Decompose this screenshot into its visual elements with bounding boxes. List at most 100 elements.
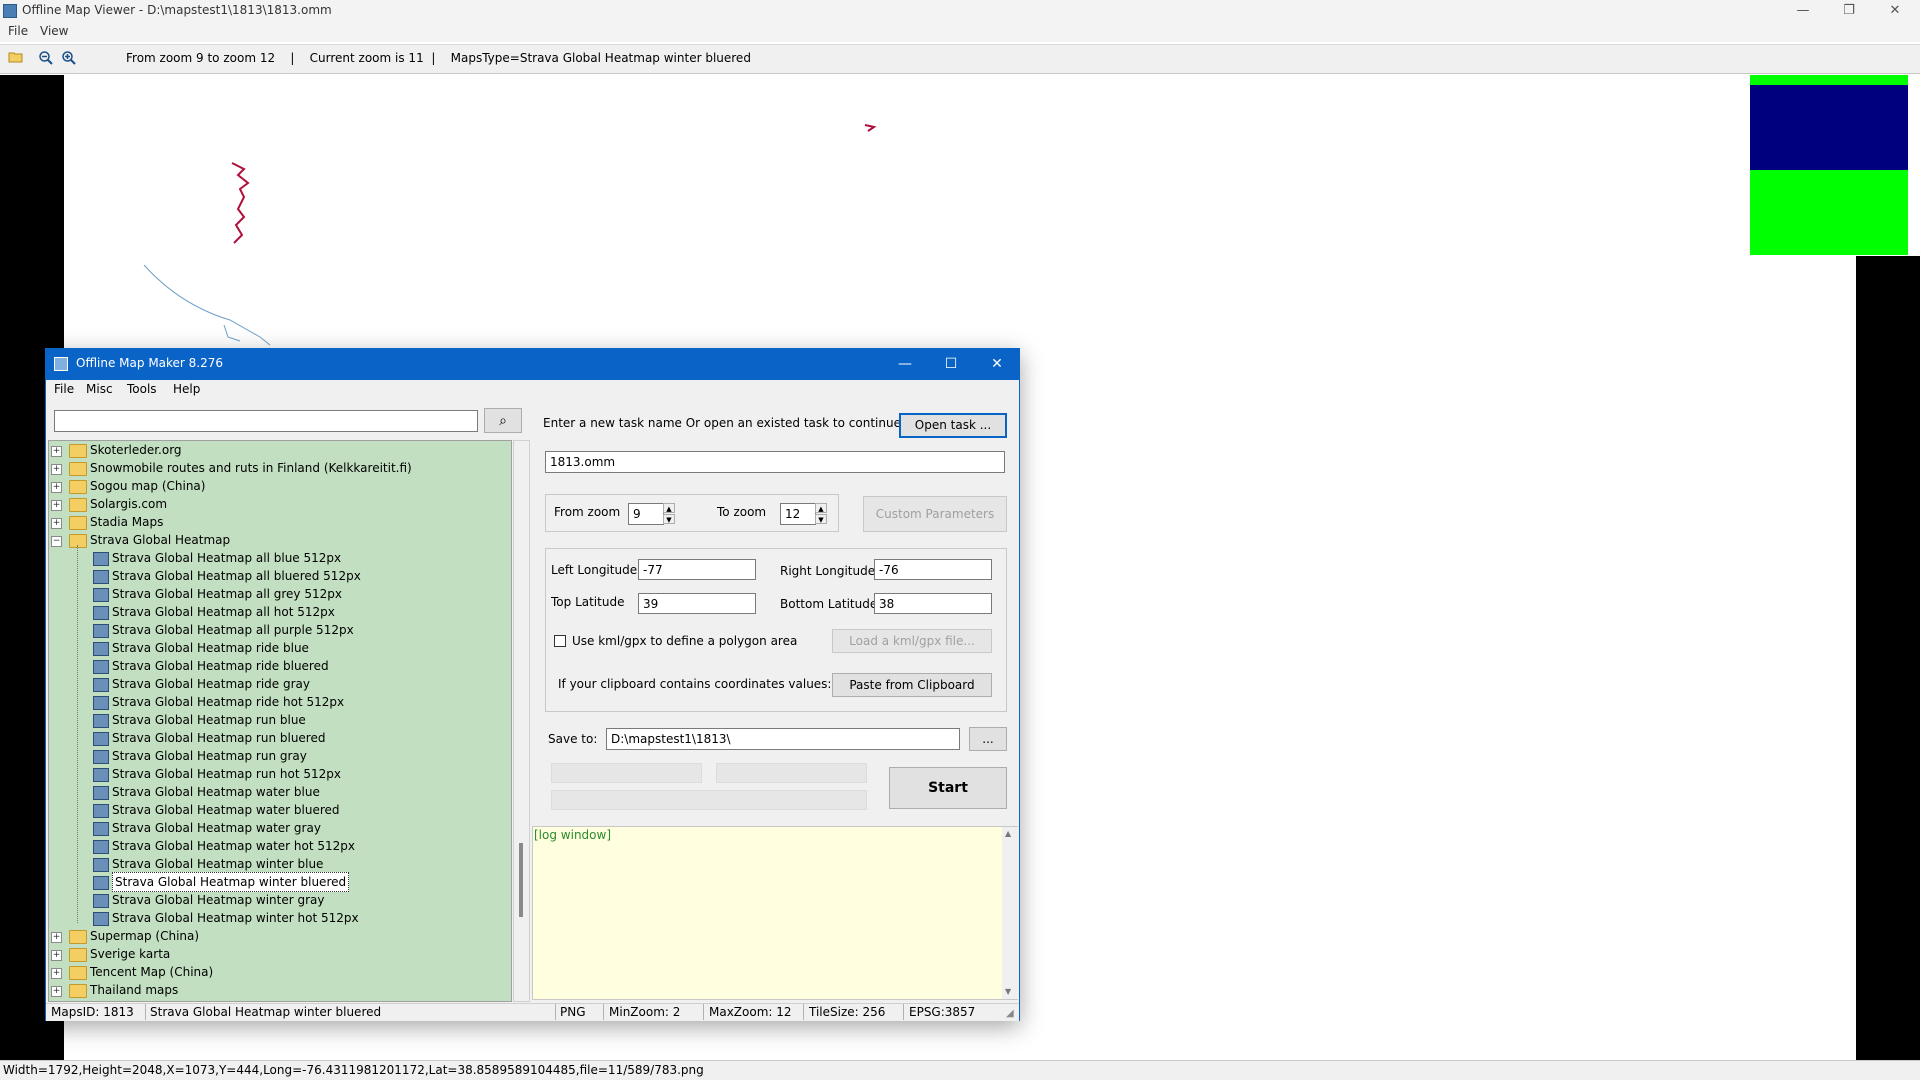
zoom-out-icon[interactable] — [37, 50, 55, 66]
to-zoom-down-icon[interactable]: ▼ — [815, 514, 827, 524]
dialog-menu-tools[interactable]: Tools — [127, 382, 157, 396]
tree-item-label: Stadia Maps — [90, 515, 164, 529]
dialog-menu-file[interactable]: File — [54, 382, 74, 396]
tree-map-item[interactable]: Strava Global Heatmap water blue — [49, 783, 509, 801]
expand-icon[interactable]: + — [51, 968, 62, 979]
viewer-menu-view[interactable]: View — [40, 24, 68, 38]
viewer-menubar — [0, 22, 1920, 42]
resize-grip-icon[interactable]: ◢ — [1006, 1008, 1014, 1019]
expand-icon[interactable]: + — [51, 482, 62, 493]
zoom-in-icon[interactable] — [60, 50, 78, 66]
kml-polygon-label: Use kml/gpx to define a polygon area — [572, 634, 798, 648]
dialog-minimize-icon[interactable]: — — [882, 348, 928, 380]
tree-item-label: Strava Global Heatmap water blue — [112, 785, 320, 799]
tree-folder-item[interactable]: + Supermap (China) — [49, 927, 509, 945]
expand-icon[interactable]: + — [51, 518, 62, 529]
start-button[interactable]: Start — [889, 767, 1007, 809]
tree-item-label: Strava Global Heatmap all blue 512px — [112, 551, 342, 565]
tree-map-item[interactable]: Strava Global Heatmap ride bluered — [49, 657, 509, 675]
minimize-icon[interactable]: — — [1780, 0, 1826, 22]
from-zoom-down-icon[interactable]: ▼ — [663, 514, 675, 524]
to-zoom-up-icon[interactable]: ▲ — [815, 503, 827, 513]
scroll-up-icon[interactable]: ▲ — [1005, 829, 1011, 838]
zoom-status-text: From zoom 9 to zoom 12 | Current zoom is… — [126, 51, 751, 65]
open-folder-icon[interactable] — [7, 50, 25, 66]
tree-folder-item[interactable]: + Stadia Maps — [49, 513, 509, 531]
expand-icon[interactable]: + — [51, 932, 62, 943]
tree-map-item[interactable]: Strava Global Heatmap all hot 512px — [49, 603, 509, 621]
tree-map-item[interactable]: Strava Global Heatmap water hot 512px — [49, 837, 509, 855]
kml-polygon-checkbox[interactable] — [554, 635, 566, 647]
tree-folder-item[interactable]: + Sverige karta — [49, 945, 509, 963]
tree-item-label: Strava Global Heatmap all hot 512px — [112, 605, 335, 619]
log-window[interactable] — [532, 826, 1018, 1000]
browse-folder-button[interactable]: ... — [969, 727, 1007, 751]
tree-scrollbar[interactable] — [513, 440, 530, 1002]
tree-folder-item[interactable]: − Strava Global Heatmap — [49, 531, 509, 549]
restore-icon[interactable]: ❐ — [1826, 0, 1872, 22]
map-source-tree[interactable]: + Skoterleder.org + Snowmobile routes and r… — [48, 440, 512, 1002]
expand-icon[interactable]: + — [51, 950, 62, 961]
tree-folder-item[interactable]: + Tencent Map (China) — [49, 963, 509, 981]
load-kml-button[interactable]: Load a kml/gpx file... — [832, 629, 992, 653]
search-icon[interactable]: ⌕ — [484, 408, 522, 433]
expand-icon[interactable]: + — [51, 986, 62, 997]
tree-folder-item[interactable]: + Sogou map (China) — [49, 477, 509, 495]
top-latitude-field[interactable]: 39 — [638, 593, 756, 614]
log-scrollbar[interactable] — [1002, 827, 1018, 999]
expand-icon[interactable]: + — [51, 464, 62, 475]
task-name-field[interactable]: 1813.omm — [545, 451, 1005, 473]
tree-folder-item[interactable]: + Snowmobile routes and ruts in Finland (… — [49, 459, 509, 477]
legend-color-navy — [1750, 85, 1908, 170]
bottom-latitude-field[interactable]: 38 — [874, 593, 992, 614]
tree-map-item[interactable]: Strava Global Heatmap ride hot 512px — [49, 693, 509, 711]
tree-map-item[interactable]: Strava Global Heatmap run blue — [49, 711, 509, 729]
dialog-menu-misc[interactable]: Misc — [86, 382, 113, 396]
tree-folder-item[interactable]: + Thailand maps — [49, 981, 509, 999]
dialog-close-icon[interactable]: ✕ — [974, 348, 1020, 380]
save-to-field[interactable]: D:\mapstest1\1813\ — [606, 728, 960, 750]
tree-folder-item[interactable]: + Skoterleder.org — [49, 441, 509, 459]
tree-map-item[interactable]: Strava Global Heatmap water bluered — [49, 801, 509, 819]
tree-map-item[interactable]: Strava Global Heatmap run gray — [49, 747, 509, 765]
tree-map-item[interactable]: Strava Global Heatmap winter hot 512px — [49, 909, 509, 927]
tree-map-item[interactable]: Strava Global Heatmap ride blue — [49, 639, 509, 657]
map-tile-icon — [93, 714, 109, 728]
map-search-input[interactable] — [54, 410, 478, 432]
tree-folder-item[interactable]: + Solargis.com — [49, 495, 509, 513]
right-longitude-field[interactable]: -76 — [874, 559, 992, 580]
close-icon[interactable]: ✕ — [1872, 0, 1918, 22]
collapse-icon[interactable]: − — [51, 536, 62, 547]
tree-map-item[interactable]: Strava Global Heatmap water gray — [49, 819, 509, 837]
status-separator — [555, 1004, 556, 1020]
map-tile-icon — [93, 732, 109, 746]
to-zoom-stepper[interactable]: 12 — [780, 503, 816, 525]
tree-connector-line — [77, 545, 78, 923]
tree-map-item[interactable]: Strava Global Heatmap winter gray — [49, 891, 509, 909]
from-zoom-stepper[interactable]: 9 — [628, 503, 664, 525]
tree-item-label: Strava Global Heatmap run blue — [112, 713, 306, 727]
custom-parameters-button[interactable]: Custom Parameters — [863, 496, 1007, 532]
tree-map-item[interactable]: Strava Global Heatmap all bluered 512px — [49, 567, 509, 585]
from-zoom-label: From zoom — [554, 505, 621, 519]
viewer-menu-file[interactable]: File — [8, 24, 28, 38]
expand-icon[interactable]: + — [51, 500, 62, 511]
tree-scrollbar-thumb[interactable] — [519, 843, 523, 917]
dialog-menu-help[interactable]: Help — [173, 382, 200, 396]
left-longitude-field[interactable]: -77 — [638, 559, 756, 580]
from-zoom-up-icon[interactable]: ▲ — [663, 503, 675, 513]
tree-map-item[interactable]: Strava Global Heatmap all purple 512px — [49, 621, 509, 639]
expand-icon[interactable]: + — [51, 446, 62, 457]
tree-map-item[interactable]: Strava Global Heatmap ride gray — [49, 675, 509, 693]
tree-item-label: Strava Global Heatmap winter gray — [112, 893, 325, 907]
tree-map-item[interactable]: Strava Global Heatmap winter blue — [49, 855, 509, 873]
tree-map-item[interactable]: Strava Global Heatmap winter bluered — [49, 872, 509, 892]
paste-from-clipboard-button[interactable]: Paste from Clipboard — [832, 673, 992, 697]
tree-map-item[interactable]: Strava Global Heatmap run bluered — [49, 729, 509, 747]
open-task-button[interactable]: Open task ... — [899, 413, 1007, 438]
scroll-down-icon[interactable]: ▼ — [1005, 987, 1011, 996]
tree-map-item[interactable]: Strava Global Heatmap all grey 512px — [49, 585, 509, 603]
dialog-maximize-icon[interactable]: ☐ — [928, 348, 974, 380]
tree-map-item[interactable]: Strava Global Heatmap run hot 512px — [49, 765, 509, 783]
tree-map-item[interactable]: Strava Global Heatmap all blue 512px — [49, 549, 509, 567]
